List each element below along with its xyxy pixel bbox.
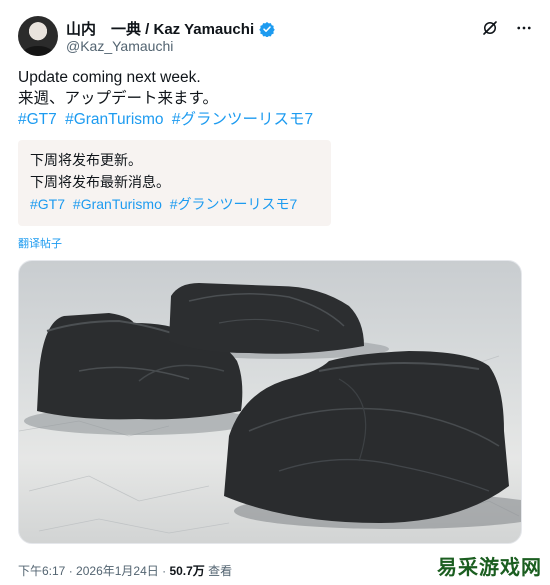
tweet-line-1: Update coming next week. [18, 69, 201, 86]
covered-cars-illustration [19, 283, 521, 534]
hashtag-link[interactable]: #GranTurismo [65, 111, 163, 128]
meta-separator: · [68, 564, 73, 578]
tweet-time[interactable]: 下午6:17 [18, 564, 65, 578]
hashtag-link[interactable]: #GT7 [30, 196, 65, 212]
hashtag-link[interactable]: #グランツーリスモ7 [170, 196, 298, 212]
hashtag-link[interactable]: #GranTurismo [73, 196, 162, 212]
tweet-hashtags: #GT7 #GranTurismo #グランツーリスモ7 [18, 109, 528, 130]
author-display-name[interactable]: 山内 一典 / Kaz Yamauchi [66, 18, 254, 39]
view-count: 50.7万 [169, 564, 205, 578]
tweet-card: 山内 一典 / Kaz Yamauchi @Kaz_Yamauchi Updat… [0, 0, 550, 585]
avatar[interactable] [18, 16, 58, 56]
grok-icon[interactable] [480, 18, 500, 38]
tweet-line-2: 来週、アップデート来ます。 [18, 90, 218, 107]
translation-hashtags: #GT7 #GranTurismo #グランツーリスモ7 [30, 193, 321, 215]
translation-line-1: 下周将发布更新。 [30, 152, 142, 168]
more-dots-icon[interactable] [514, 18, 534, 38]
tweet-text: Update coming next week. 来週、アップデート来ます。 #… [18, 67, 528, 130]
verified-badge-icon [259, 21, 275, 37]
meta-separator: · [162, 564, 167, 578]
hashtag-link[interactable]: #グランツーリスモ7 [172, 111, 313, 128]
translation-line-2: 下周将发布最新消息。 [30, 174, 170, 190]
tweet-media-image[interactable] [18, 260, 522, 544]
tweet-meta: 下午6:17 · 2026年1月24日 · 50.7万 查看 [18, 562, 232, 579]
translate-post-link[interactable]: 翻译帖子 [18, 235, 62, 251]
author-name-line: 山内 一典 / Kaz Yamauchi [66, 18, 275, 39]
translation-box: 下周将发布更新。 下周将发布最新消息。 #GT7 #GranTurismo #グ… [18, 140, 331, 226]
header-actions [480, 18, 534, 38]
author-handle[interactable]: @Kaz_Yamauchi [66, 38, 173, 54]
tweet-date[interactable]: 2026年1月24日 [76, 564, 159, 578]
watermark: 易采游戏网 [437, 555, 542, 579]
hashtag-link[interactable]: #GT7 [18, 111, 57, 128]
view-count-label: 查看 [208, 564, 233, 578]
